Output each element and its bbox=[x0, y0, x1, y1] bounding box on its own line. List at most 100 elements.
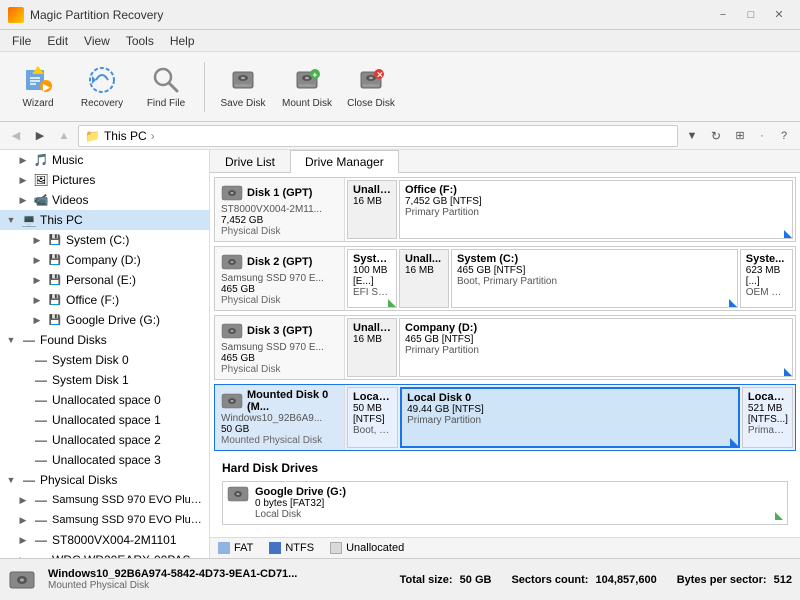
sidebar-item-system-disk-1[interactable]: — System Disk 1 bbox=[0, 370, 209, 390]
partition[interactable]: System (C:) 465 GB [NTFS] Boot, Primary … bbox=[451, 249, 738, 308]
sidebar-item-videos[interactable]: ▶ 📹 Videos bbox=[0, 190, 209, 210]
disk-row-2[interactable]: Disk 2 (GPT) Samsung SSD 970 E... 465 GB… bbox=[214, 246, 796, 311]
expand-icon: ▶ bbox=[16, 535, 30, 546]
status-sectors: Sectors count: 104,857,600 bbox=[511, 574, 656, 586]
recovery-button[interactable]: Recovery bbox=[72, 57, 132, 117]
partition[interactable]: Local Disk 50 MB [NTFS] Boot, Primary... bbox=[347, 387, 398, 448]
sidebar-item-system-c[interactable]: ▶ 💾 System (C:) bbox=[0, 230, 209, 250]
sidebar-item-label: ST8000VX004-2M1101 bbox=[52, 533, 177, 547]
expand-icon: ▶ bbox=[16, 555, 30, 559]
sidebar-item-office-f[interactable]: ▶ 💾 Office (F:) bbox=[0, 290, 209, 310]
folder-icon: 📁 bbox=[85, 129, 100, 143]
hdd-item-arrow bbox=[775, 512, 783, 520]
sidebar-item-unallocated-2[interactable]: — Unallocated space 2 bbox=[0, 430, 209, 450]
svg-text:✕: ✕ bbox=[377, 71, 384, 80]
find-file-icon bbox=[150, 64, 182, 96]
close-button[interactable]: ✕ bbox=[766, 5, 792, 25]
disk-model: Samsung SSD 970 E... bbox=[221, 273, 338, 284]
forward-button[interactable]: ▶ bbox=[30, 126, 50, 146]
disk-info-3: Disk 3 (GPT) Samsung SSD 970 E... 465 GB… bbox=[215, 316, 345, 379]
save-disk-button[interactable]: Save Disk bbox=[213, 57, 273, 117]
right-panel: Drive List Drive Manager Disk 1 (GPT) ST… bbox=[210, 150, 800, 558]
disk-row-3[interactable]: Disk 3 (GPT) Samsung SSD 970 E... 465 GB… bbox=[214, 315, 796, 380]
help-button[interactable]: ? bbox=[774, 126, 794, 146]
disk-size: 50 GB bbox=[221, 424, 338, 435]
tab-drive-manager[interactable]: Drive Manager bbox=[290, 150, 399, 173]
sidebar-item-unallocated-1[interactable]: — Unallocated space 1 bbox=[0, 410, 209, 430]
menu-file[interactable]: File bbox=[4, 32, 39, 50]
partition[interactable]: Office (F:) 7,452 GB [NTFS] Primary Part… bbox=[399, 180, 793, 239]
address-path[interactable]: 📁 This PC › bbox=[78, 125, 678, 147]
sidebar-item-st8000[interactable]: ▶ — ST8000VX004-2M1101 bbox=[0, 530, 209, 550]
menu-tools[interactable]: Tools bbox=[118, 32, 162, 50]
disk-row-mounted[interactable]: Mounted Disk 0 (M... Windows10_92B6A9...… bbox=[214, 384, 796, 451]
sidebar-item-samsung-1[interactable]: ▶ — Samsung SSD 970 EVO Plus 500GB bbox=[0, 490, 209, 510]
sidebar-item-unallocated-3[interactable]: — Unallocated space 3 bbox=[0, 450, 209, 470]
mount-disk-button[interactable]: + Mount Disk bbox=[277, 57, 337, 117]
sidebar-item-label: System Disk 0 bbox=[52, 353, 129, 367]
partition[interactable]: Local Disk 521 MB [NTFS...] Primary Part… bbox=[742, 387, 793, 448]
menu-help[interactable]: Help bbox=[162, 32, 203, 50]
sidebar: ▶ 🎵 Music ▶ 🖼 Pictures ▶ 📹 Videos ▼ 💻 Th… bbox=[0, 150, 210, 558]
legend: FAT NTFS Unallocated bbox=[210, 537, 800, 558]
disk-model: Samsung SSD 970 E... bbox=[221, 342, 338, 353]
refresh-button[interactable]: ↻ bbox=[706, 126, 726, 146]
expand-icon: ▶ bbox=[30, 295, 44, 306]
path-separator: › bbox=[151, 129, 155, 143]
disk-name: Disk 2 (GPT) bbox=[247, 256, 312, 268]
recovery-label: Recovery bbox=[81, 98, 123, 109]
sidebar-item-unallocated-0[interactable]: — Unallocated space 0 bbox=[0, 390, 209, 410]
maximize-button[interactable]: □ bbox=[738, 5, 764, 25]
partition[interactable]: Unallocated space 16 MB bbox=[347, 318, 397, 377]
sidebar-item-wdc[interactable]: ▶ — WDC WD20EARX-00PASB0 bbox=[0, 550, 209, 558]
minimize-button[interactable]: − bbox=[710, 5, 736, 25]
menu-edit[interactable]: Edit bbox=[39, 32, 76, 50]
dropdown-button[interactable]: ▼ bbox=[682, 126, 702, 146]
sidebar-item-found-disks[interactable]: ▼ — Found Disks bbox=[0, 330, 209, 350]
view-icon[interactable]: ⊞ bbox=[730, 126, 750, 146]
sidebar-item-samsung-2[interactable]: ▶ — Samsung SSD 970 EVO Plus 500GB bbox=[0, 510, 209, 530]
disk-model: Windows10_92B6A9... bbox=[221, 413, 338, 424]
sidebar-item-label: Unallocated space 2 bbox=[52, 433, 161, 447]
wizard-button[interactable]: ▶ Wizard bbox=[8, 57, 68, 117]
sidebar-item-company-d[interactable]: ▶ 💾 Company (D:) bbox=[0, 250, 209, 270]
sidebar-item-label: WDC WD20EARX-00PASB0 bbox=[52, 553, 205, 558]
close-disk-button[interactable]: ✕ Close Disk bbox=[341, 57, 401, 117]
save-disk-icon bbox=[227, 64, 259, 96]
menu-view[interactable]: View bbox=[76, 32, 118, 50]
sidebar-item-system-disk-0[interactable]: — System Disk 0 bbox=[0, 350, 209, 370]
sidebar-item-physical-disks[interactable]: ▼ — Physical Disks bbox=[0, 470, 209, 490]
disk-row-1[interactable]: Disk 1 (GPT) ST8000VX004-2M11... 7,452 G… bbox=[214, 177, 796, 242]
up-button[interactable]: ▲ bbox=[54, 126, 74, 146]
find-file-button[interactable]: Find File bbox=[136, 57, 196, 117]
music-icon: 🎵 bbox=[33, 152, 49, 168]
tab-drive-list[interactable]: Drive List bbox=[210, 150, 290, 173]
hdd-item-google-drive[interactable]: Google Drive (G:) 0 bytes [FAT32] Local … bbox=[222, 481, 788, 525]
sidebar-item-pictures[interactable]: ▶ 🖼 Pictures bbox=[0, 170, 209, 190]
drive-icon: 💾 bbox=[47, 272, 63, 288]
sidebar-item-this-pc[interactable]: ▼ 💻 This PC bbox=[0, 210, 209, 230]
sidebar-item-music[interactable]: ▶ 🎵 Music bbox=[0, 150, 209, 170]
close-disk-icon: ✕ bbox=[355, 64, 387, 96]
section-icon: — bbox=[21, 472, 37, 488]
sidebar-item-personal-e[interactable]: ▶ 💾 Personal (E:) bbox=[0, 270, 209, 290]
statusbar: Windows10_92B6A974-5842-4D73-9EA1-CD71..… bbox=[0, 558, 800, 600]
partitions-1: Unallocated space 16 MB Office (F:) 7,45… bbox=[345, 178, 795, 241]
partition-local-disk-0[interactable]: Local Disk 0 49.44 GB [NTFS] Primary Par… bbox=[400, 387, 740, 448]
find-file-label: Find File bbox=[147, 98, 185, 109]
sidebar-item-google-drive[interactable]: ▶ 💾 Google Drive (G:) bbox=[0, 310, 209, 330]
tabs: Drive List Drive Manager bbox=[210, 150, 800, 173]
partition[interactable]: Syste... 623 MB [...] OEM Part... bbox=[740, 249, 793, 308]
disk-type: Physical Disk bbox=[221, 295, 338, 306]
partition[interactable]: Unall... 16 MB bbox=[399, 249, 449, 308]
partition[interactable]: Unallocated space 16 MB bbox=[347, 180, 397, 239]
partitions-2: Syste... 100 MB [E...] EFI Syste... Unal… bbox=[345, 247, 795, 310]
sectors-value: 104,857,600 bbox=[596, 574, 657, 586]
back-button[interactable]: ◀ bbox=[6, 126, 26, 146]
status-bytes-per-sector: Bytes per sector: 512 bbox=[677, 574, 792, 586]
partition[interactable]: Company (D:) 465 GB [NTFS] Primary Parti… bbox=[399, 318, 793, 377]
svg-text:+: + bbox=[313, 71, 318, 80]
partition[interactable]: Syste... 100 MB [E...] EFI Syste... bbox=[347, 249, 397, 308]
legend-fat-color bbox=[218, 542, 230, 554]
partition-arrow bbox=[784, 230, 792, 238]
